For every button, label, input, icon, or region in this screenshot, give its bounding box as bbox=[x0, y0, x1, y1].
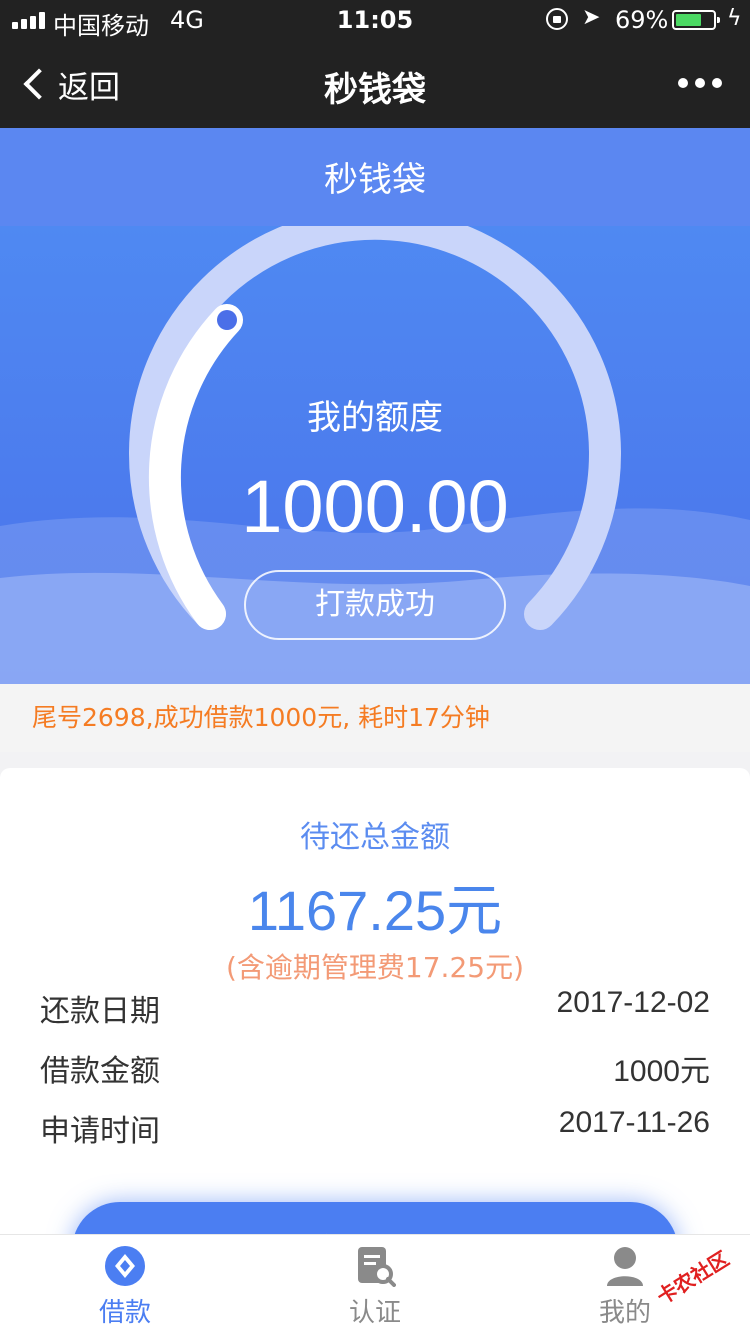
loan-notice: 尾号2698,成功借款1000元, 耗时17分钟 bbox=[0, 684, 750, 752]
overdue-fee-note: (含逾期管理费17.25元) bbox=[225, 951, 524, 984]
detail-key: 还款日期 bbox=[40, 994, 160, 1029]
detail-value: 2017-12-02 bbox=[556, 986, 710, 1019]
nav-bar: 返回 秒钱袋 bbox=[0, 40, 750, 128]
hero-title: 秒钱袋 bbox=[324, 160, 426, 200]
total-due-amount: 1167.25元 bbox=[247, 879, 503, 942]
detail-key: 申请时间 bbox=[40, 1114, 160, 1149]
notice-text: 尾号2698,成功借款1000元, 耗时17分钟 bbox=[32, 703, 490, 732]
tab-label: 认证 bbox=[348, 1298, 401, 1328]
tab-loan[interactable]: 借款 bbox=[0, 1235, 250, 1334]
tab-label: 我的 bbox=[598, 1298, 651, 1328]
nav-title: 秒钱袋 bbox=[324, 70, 426, 110]
location-arrow-icon: ➤ bbox=[582, 5, 601, 30]
detail-value: 2017-11-26 bbox=[558, 1106, 710, 1139]
detail-row: 申请时间 2017-11-26 bbox=[40, 1106, 710, 1149]
detail-row: 借款金额 1000元 bbox=[40, 1046, 710, 1089]
orientation-lock-icon bbox=[546, 8, 568, 30]
credit-hero: 秒钱袋 我的额度 1000.00 打款成功 bbox=[0, 128, 750, 684]
profile-icon bbox=[607, 1247, 643, 1286]
verify-doc-icon bbox=[358, 1247, 396, 1287]
tab-verify[interactable]: 认证 bbox=[250, 1235, 500, 1334]
disbursement-status-button[interactable]: 打款成功 bbox=[244, 570, 506, 640]
status-bar: 中国移动 4G 11:05 ➤ 69% ϟ bbox=[0, 0, 750, 40]
credit-limit-label: 我的额度 bbox=[307, 398, 443, 438]
credit-limit-amount: 1000.00 bbox=[241, 465, 509, 548]
battery-icon bbox=[672, 10, 720, 30]
battery-percentage: 69% bbox=[615, 6, 669, 34]
tab-label: 借款 bbox=[98, 1298, 151, 1328]
detail-value: 1000元 bbox=[613, 1055, 710, 1088]
more-menu-button[interactable] bbox=[678, 78, 722, 88]
more-dots-icon bbox=[678, 78, 688, 88]
total-due-label: 待还总金额 bbox=[300, 820, 450, 855]
loan-icon bbox=[105, 1246, 145, 1286]
charging-bolt-icon: ϟ bbox=[727, 6, 742, 31]
detail-row: 还款日期 2017-12-02 bbox=[40, 986, 710, 1029]
tab-bar: 借款 认证 我的 bbox=[0, 1234, 750, 1334]
detail-key: 借款金额 bbox=[40, 1054, 160, 1089]
